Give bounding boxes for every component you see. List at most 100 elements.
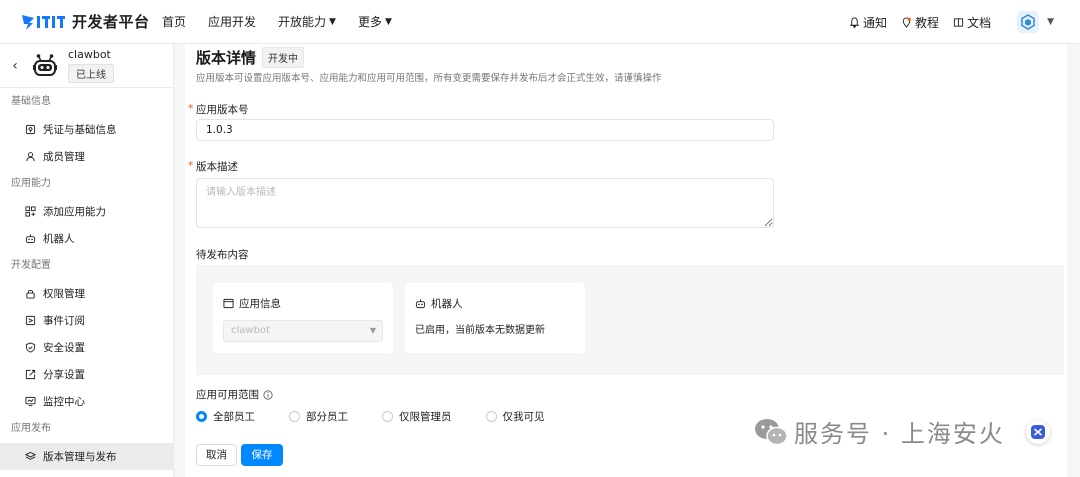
nav-open-capability[interactable]: 开放能力 ▼ (278, 13, 336, 30)
app-info-card: 应用信息 clawbot ▼ (213, 283, 393, 353)
app-info-select[interactable]: clawbot ▼ (223, 320, 383, 342)
sidebar-item-add-capability[interactable]: 添加应用能力 (0, 198, 173, 225)
floating-assistant-button[interactable] (1026, 420, 1050, 444)
user-menu[interactable]: ▼ (1017, 11, 1054, 33)
sidebar-item-security[interactable]: 安全设置 (0, 334, 173, 361)
sidebar-item-credentials[interactable]: 凭证与基础信息 (0, 116, 173, 143)
nav-more[interactable]: 更多 ▼ (358, 13, 392, 30)
app-info-card-title: 应用信息 (223, 296, 281, 311)
top-right-actions: 通知 教程 文档 ▼ (835, 0, 1054, 44)
info-icon[interactable] (263, 389, 273, 400)
dingtalk-logo-icon (22, 14, 65, 30)
page-description: 应用版本可设置应用版本号、应用能力和应用可用范围，所有变更需要保存并发布后才会正… (196, 73, 662, 84)
app-header: ‹ clawbot 已上线 (0, 44, 173, 88)
robot-avatar-icon (30, 51, 60, 81)
app-meta: clawbot 已上线 (68, 48, 114, 83)
user-icon (24, 151, 36, 163)
wechat-icon (755, 418, 788, 445)
dingtalk-logo[interactable]: 开发者平台 (20, 11, 150, 32)
notify-link[interactable]: 通知 (849, 14, 887, 31)
monitor-icon (24, 396, 36, 408)
grid-plus-icon (24, 206, 36, 218)
radio-label: 仅我可见 (502, 411, 545, 423)
version-description-textarea[interactable] (196, 178, 774, 228)
app-name: clawbot (68, 48, 111, 61)
radio-checked-icon (196, 411, 207, 422)
sidebar-item-version-release[interactable]: 版本管理与发布 (0, 443, 173, 470)
nav-app-dev-label: 应用开发 (208, 15, 257, 29)
sidebar-item-monitor[interactable]: 监控中心 (0, 388, 173, 415)
bell-icon (849, 16, 860, 28)
notify-label: 通知 (863, 15, 888, 30)
scope-radio-group: 全部员工 部分员工 仅限管理员 仅我可见 (196, 409, 579, 424)
robot-icon (24, 233, 36, 245)
watermark-text: 服务号 · 上海安火 (794, 420, 1005, 448)
sidebar-item-label: 成员管理 (43, 151, 85, 163)
version-input[interactable] (196, 119, 774, 141)
sidebar-item-label: 监控中心 (43, 396, 85, 408)
robot-card-title: 机器人 (415, 296, 463, 311)
radio-label: 全部员工 (213, 411, 255, 423)
save-button[interactable]: 保存 (241, 444, 283, 466)
window-icon (223, 298, 234, 309)
chevron-down-icon: ▼ (384, 16, 392, 27)
radio-some-staff[interactable]: 部分员工 (289, 409, 348, 424)
group-release: 应用发布 (11, 423, 51, 434)
main-nav: 首页 应用开发 开放能力 ▼ 更多 ▼ (162, 13, 414, 30)
sidebar-item-label: 机器人 (43, 233, 75, 245)
book-icon (953, 17, 964, 27)
nav-open-capability-label: 开放能力 (278, 15, 327, 29)
layers-icon (24, 451, 36, 463)
org-logo-icon (1021, 14, 1035, 30)
radio-all-staff[interactable]: 全部员工 (196, 409, 255, 424)
tutorial-label: 教程 (915, 15, 940, 30)
sidebar-item-share[interactable]: 分享设置 (0, 361, 173, 388)
sidebar-item-label: 分享设置 (43, 369, 85, 381)
radio-label: 仅限管理员 (399, 411, 452, 423)
avatar (1017, 11, 1040, 33)
scope-label: 应用可用范围 (196, 387, 273, 402)
chevron-down-icon: ▼ (369, 326, 376, 335)
desc-label-text: 版本描述 (196, 161, 238, 173)
title-row: 版本详情 开发中 (196, 44, 305, 70)
robot-card-text: 已启用，当前版本无数据更新 (415, 325, 545, 336)
sidebar-item-label: 事件订阅 (43, 315, 85, 327)
docs-link[interactable]: 文档 (953, 14, 991, 31)
radio-unchecked-icon (485, 411, 497, 422)
nav-more-label: 更多 (357, 15, 382, 29)
robot-title-text: 机器人 (431, 298, 463, 310)
app-info-select-value: clawbot (231, 325, 270, 336)
docs-label: 文档 (967, 15, 992, 30)
nav-app-dev[interactable]: 应用开发 (208, 13, 256, 30)
location-pin-icon (902, 16, 911, 28)
nav-home[interactable]: 首页 (162, 13, 186, 30)
event-icon (24, 315, 36, 327)
assistant-icon (1031, 425, 1045, 439)
back-arrow-icon[interactable]: ‹ (0, 58, 30, 74)
version-label-text: 应用版本号 (196, 104, 249, 116)
version-label: * 应用版本号 (188, 102, 249, 117)
app-status-badge: 已上线 (68, 64, 114, 83)
cancel-button[interactable]: 取消 (196, 444, 237, 466)
pending-content-area: 应用信息 clawbot ▼ 机器人 已启用，当前版本无数据更新 (196, 265, 1064, 375)
radio-admins-only[interactable]: 仅限管理员 (382, 409, 452, 424)
credential-icon (24, 124, 36, 136)
required-asterisk: * (188, 103, 194, 115)
sidebar-item-label: 安全设置 (43, 342, 85, 354)
group-app-capability: 应用能力 (11, 178, 51, 189)
radio-label: 部分员工 (306, 411, 348, 423)
sidebar-item-permissions[interactable]: 权限管理 (0, 280, 173, 307)
desc-label: * 版本描述 (188, 159, 238, 174)
radio-only-me[interactable]: 仅我可见 (485, 409, 545, 424)
sidebar-item-events[interactable]: 事件订阅 (0, 307, 173, 334)
sidebar-item-robot[interactable]: 机器人 (0, 225, 173, 252)
tutorial-link[interactable]: 教程 (901, 14, 939, 31)
watermark: 服务号 · 上海安火 (754, 414, 1005, 449)
pending-label: 待发布内容 (196, 249, 249, 261)
share-icon (24, 369, 36, 381)
lock-icon (24, 288, 36, 300)
sidebar-item-label: 凭证与基础信息 (43, 124, 117, 136)
shield-icon (24, 342, 36, 354)
chevron-down-icon: ▼ (329, 16, 336, 27)
sidebar-item-members[interactable]: 成员管理 (0, 143, 173, 170)
